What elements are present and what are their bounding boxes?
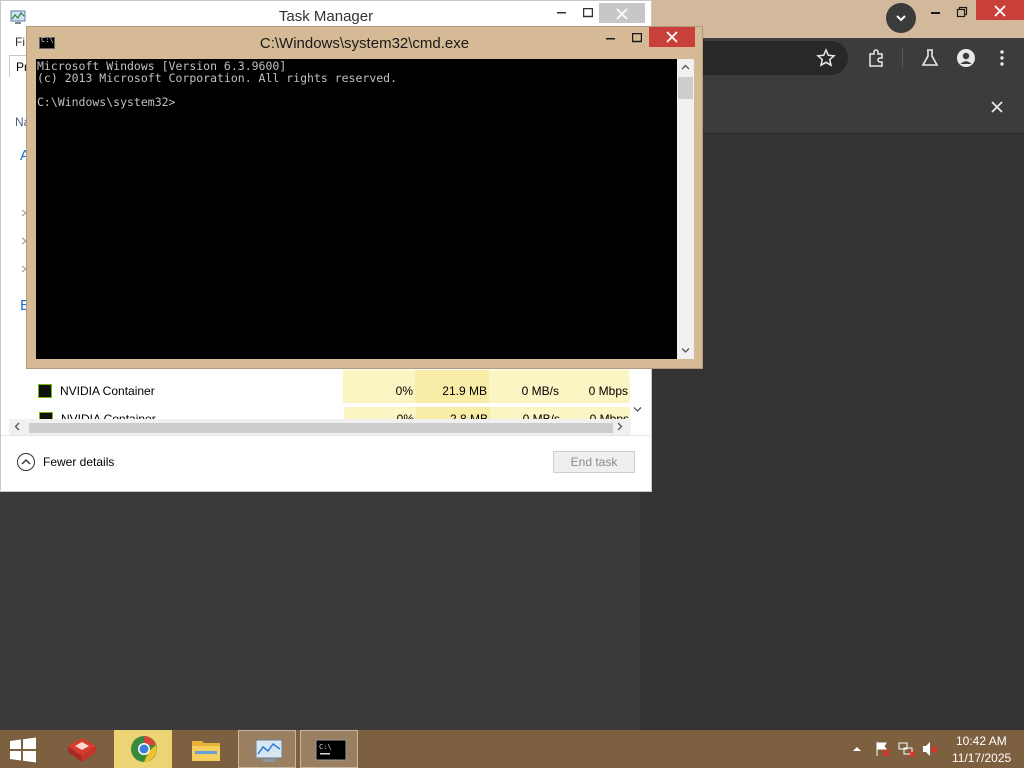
console-output[interactable]: Microsoft Windows [Version 6.3.9600] (c)… <box>36 59 677 359</box>
close-icon <box>994 5 1006 17</box>
horizontal-scrollbar[interactable] <box>9 419 631 435</box>
disk-cell: 0 MB/s <box>489 379 561 403</box>
task-manager-footer: Fewer details End task <box>1 435 651 489</box>
browser-close-button[interactable] <box>976 0 1024 20</box>
action-center-flag-icon[interactable] <box>874 741 890 757</box>
profile-icon[interactable] <box>956 48 976 68</box>
volume-muted-icon[interactable] <box>922 741 940 757</box>
restore-icon <box>956 6 968 18</box>
toolbox-app-icon <box>68 738 96 762</box>
windows-start-icon[interactable] <box>8 737 38 763</box>
network-cell: 0 Mbps <box>561 379 630 403</box>
taskbar: C:\ 10:42 AM 11/17/2025 <box>0 730 1024 768</box>
cpu-cell: 0% <box>343 379 415 403</box>
network-cell: 0 Mbps <box>562 407 630 419</box>
taskbar-toolbox-app[interactable] <box>52 730 110 768</box>
process-name: NVIDIA Container <box>61 412 156 419</box>
minimize-icon <box>606 38 615 40</box>
cpu-cell: 0% <box>344 407 416 419</box>
minimize-icon <box>931 12 940 14</box>
fewer-details-label: Fewer details <box>43 455 115 469</box>
cmd-scroll-thumb[interactable] <box>678 77 693 99</box>
maximize-icon <box>632 33 642 43</box>
minimize-icon <box>557 12 566 14</box>
taskbar-file-explorer-app[interactable] <box>176 730 234 768</box>
table-row[interactable]: NVIDIA Container 0% 21.9 MB 0 MB/s 0 Mbp… <box>2 379 630 403</box>
horizontal-scroll-thumb[interactable] <box>29 423 613 433</box>
toolbar-separator <box>902 48 903 68</box>
menu-file[interactable]: Fi <box>15 35 25 49</box>
close-button[interactable] <box>599 3 645 23</box>
tab-search-button[interactable] <box>886 3 916 33</box>
network-icon[interactable] <box>898 741 916 757</box>
table-row[interactable]: NVIDIA Container 0% 2.8 MB 0 MB/s 0 Mbps <box>3 407 630 419</box>
file-explorer-icon <box>192 741 220 761</box>
console-line: (c) 2013 Microsoft Corporation. All righ… <box>37 71 398 85</box>
console-prompt: C:\Windows\system32> <box>37 95 176 109</box>
cmd-titlebar[interactable]: C:\ C:\Windows\system32\cmd.exe <box>27 27 702 59</box>
maximize-button[interactable] <box>575 3 601 21</box>
browser-restore-button[interactable] <box>946 0 978 24</box>
clock-date[interactable]: 11/17/2025 <box>952 751 1011 765</box>
vertical-scrollbar[interactable] <box>629 371 645 417</box>
nvidia-icon <box>38 384 52 398</box>
cmd-window: C:\ C:\Windows\system32\cmd.exe Microsof… <box>26 26 703 369</box>
cmd-maximize-button[interactable] <box>623 27 651 47</box>
show-hidden-icons-icon[interactable] <box>852 744 862 754</box>
clock-time[interactable]: 10:42 AM <box>956 734 1007 748</box>
cmd-close-button[interactable] <box>649 27 695 47</box>
disk-cell: 0 MB/s <box>490 407 562 419</box>
memory-cell: 21.9 MB <box>415 379 489 403</box>
cmd-icon: C:\ <box>315 739 347 761</box>
chevron-down-icon <box>896 15 906 22</box>
table-row-clip: NVIDIA Container 0% 2.8 MB 0 MB/s 0 Mbps <box>2 403 630 419</box>
scroll-up-icon[interactable] <box>681 63 690 72</box>
taskbar-cmd-app[interactable]: C:\ <box>300 730 358 768</box>
nvidia-icon <box>39 412 53 419</box>
scroll-right-icon[interactable] <box>615 422 624 431</box>
process-name: NVIDIA Container <box>60 384 155 398</box>
memory-cell: 2.8 MB <box>416 407 490 419</box>
cmd-minimize-button[interactable] <box>597 27 625 47</box>
extensions-icon[interactable] <box>866 48 886 68</box>
close-icon <box>616 8 628 20</box>
menu-dots-icon[interactable] <box>992 48 1012 68</box>
scroll-down-icon[interactable] <box>633 405 642 414</box>
star-icon[interactable] <box>816 48 836 68</box>
labs-flask-icon[interactable] <box>920 48 940 68</box>
taskbar-resource-monitor-app[interactable] <box>238 730 296 768</box>
chrome-icon <box>131 736 157 762</box>
taskbar-chrome-app[interactable] <box>114 730 172 768</box>
maximize-icon <box>583 8 593 18</box>
end-task-button[interactable]: End task <box>553 451 635 473</box>
resource-monitor-icon <box>255 739 283 762</box>
close-icon <box>666 31 678 43</box>
scroll-down-icon[interactable] <box>681 346 690 355</box>
close-icon[interactable] <box>990 100 1004 114</box>
cmd-vertical-scrollbar[interactable] <box>677 59 694 359</box>
collapse-up-icon <box>17 453 35 471</box>
scroll-left-icon[interactable] <box>13 422 22 431</box>
svg-text:C:\: C:\ <box>319 743 332 751</box>
minimize-button[interactable] <box>549 3 575 21</box>
